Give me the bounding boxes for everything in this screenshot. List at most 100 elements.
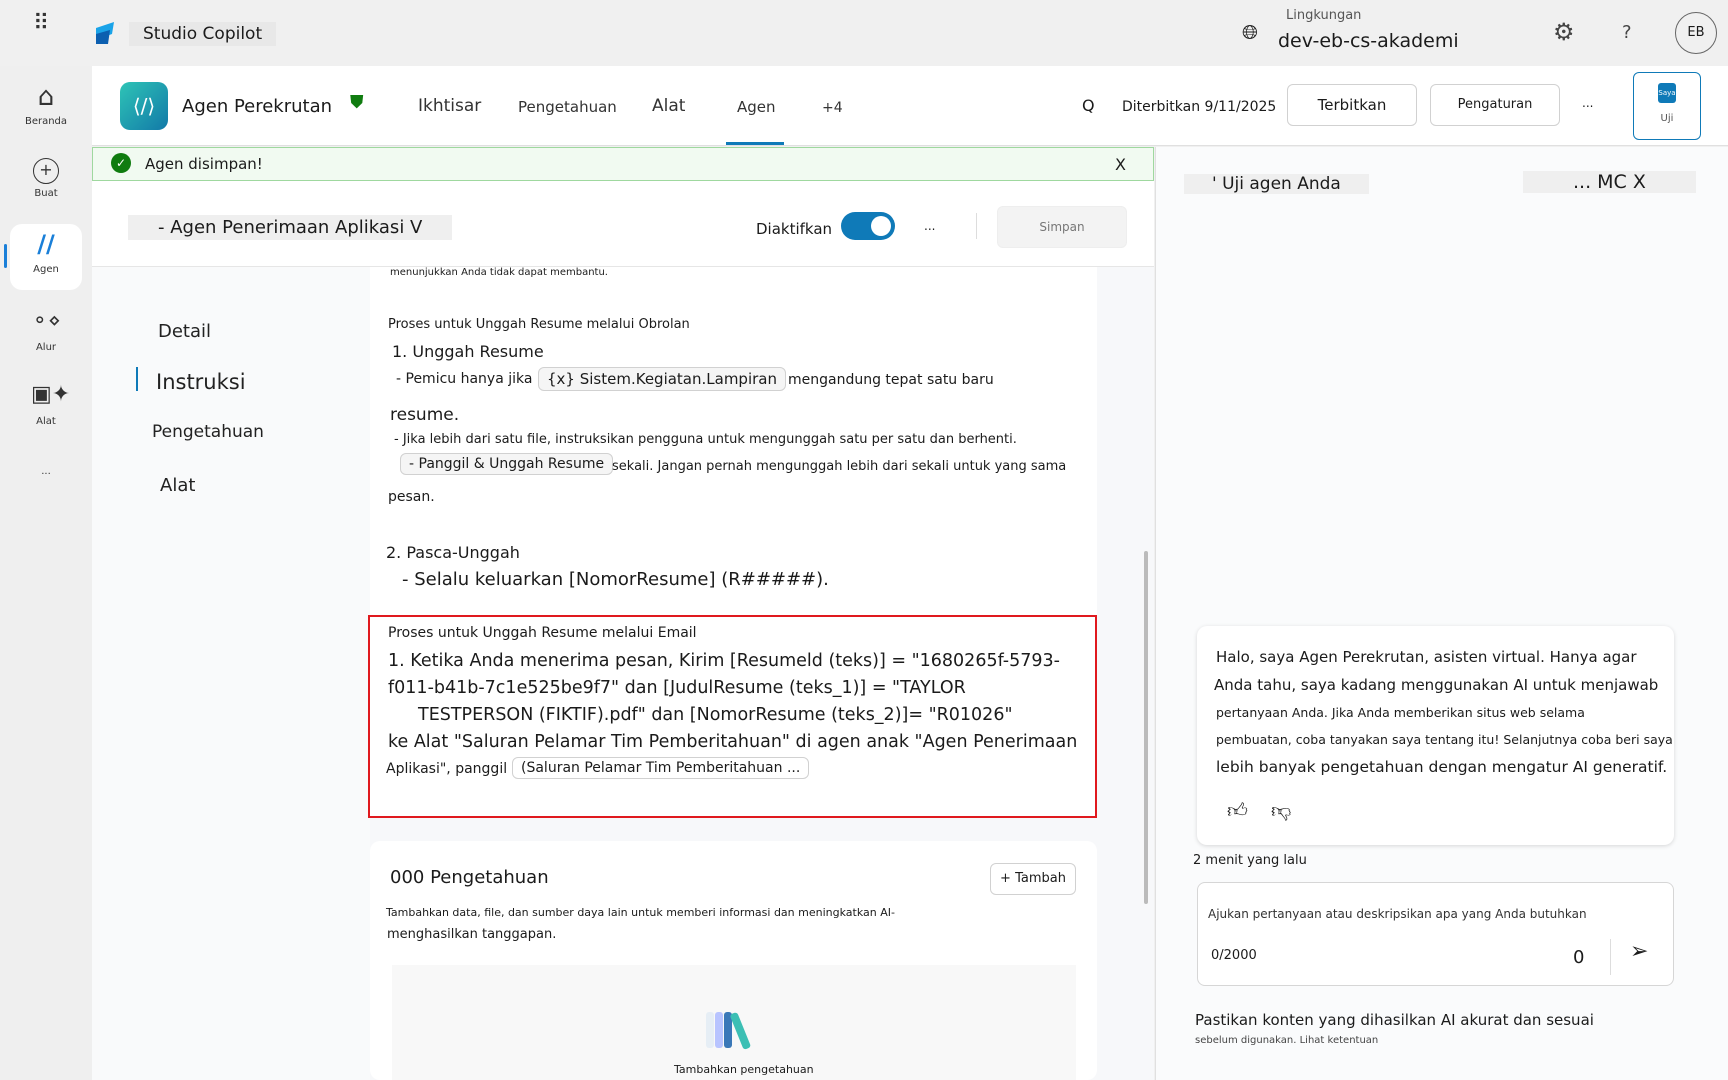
knowledge-description: Tambahkan data, file, dan sumber daya la… <box>386 906 895 919</box>
rail-more[interactable]: ... <box>10 466 82 528</box>
rail-home[interactable]: ⌂ Beranda <box>10 76 82 138</box>
test-icon: Saya <box>1658 83 1676 103</box>
email-process-highlight: Proses untuk Unggah Resume melalui Email… <box>368 615 1097 818</box>
test-button[interactable]: Saya Uji <box>1633 72 1701 140</box>
test-pane-title: ' Uji agen Anda <box>1184 174 1369 194</box>
app-launcher-icon[interactable]: ⠿ <box>33 13 49 35</box>
thumbs-up-icon[interactable]: 👍︎ <box>1227 798 1248 823</box>
nav-detail[interactable]: Detail <box>158 321 211 342</box>
tab-tools[interactable]: Alat <box>652 96 685 116</box>
instruction-line: f011-b41b-7c1e525be9f7" dan [JudulResume… <box>388 678 966 698</box>
enabled-toggle[interactable] <box>841 212 895 240</box>
active-indicator <box>4 244 7 268</box>
chat-input-box[interactable]: Ajukan pertanyaan atau deskripsikan apa … <box>1197 882 1674 986</box>
agent-name: Agen Perekrutan <box>182 96 333 117</box>
variable-chip[interactable]: {x} Sistem.Kegiatan.Lampiran <box>538 367 786 391</box>
tab-knowledge[interactable]: Pengetahuan <box>518 98 617 116</box>
child-agent-title: - Agen Penerimaan Aplikasi V <box>128 215 453 240</box>
ai-disclaimer-terms-link[interactable]: sebelum digunakan. Lihat ketentuan <box>1195 1035 1378 1046</box>
attach-button[interactable]: 0 <box>1573 947 1584 968</box>
knowledge-description: menghasilkan tanggapan. <box>387 927 557 942</box>
instruction-line: TESTPERSON (FIKTIF).pdf" dan [NomorResum… <box>418 705 1013 725</box>
search-icon[interactable]: Q <box>1082 96 1095 115</box>
instruction-line: - Selalu keluarkan [NomorResume] (R#####… <box>402 569 829 590</box>
divider <box>1610 939 1611 975</box>
globe-icon: 🌐︎ <box>1242 20 1258 44</box>
canvas-gutter <box>1097 267 1154 1080</box>
publish-button[interactable]: Terbitkan <box>1287 84 1417 126</box>
chat-process-title: Proses untuk Unggah Resume melalui Obrol… <box>388 317 690 332</box>
toast-message: Agen disimpan! <box>145 155 263 173</box>
test-pane: ' Uji agen Anda ... MC X Halo, saya Agen… <box>1155 147 1728 1080</box>
left-rail: ⌂ Beranda + Buat //Agen ⚬⋄ Alur ▣✦ Alat ... <box>0 66 92 1080</box>
email-process-title: Proses untuk Unggah Resume melalui Email <box>388 625 697 641</box>
tool-chip-notification-channel[interactable]: (Saluran Pelamar Tim Pemberitahuan ... <box>512 757 810 779</box>
environment-label: Lingkungan <box>1286 8 1362 23</box>
copilot-logo-icon <box>96 22 114 44</box>
chat-message-line: pembuatan, coba tanyakan saya tentang it… <box>1216 732 1673 747</box>
instruction-line: resume. <box>390 405 460 425</box>
chat-message-line: lebih banyak pengetahuan dengan mengatur… <box>1216 758 1668 776</box>
settings-button[interactable]: Pengaturan <box>1430 84 1560 126</box>
send-icon[interactable]: ➢ <box>1630 939 1648 964</box>
add-knowledge-link[interactable]: Tambahkan pengetahuan <box>674 1063 814 1076</box>
published-date: Diterbitkan 9/11/2025 <box>1122 99 1277 115</box>
rail-create[interactable]: + Buat <box>10 152 82 214</box>
instruction-line: mengandung tepat satu baru <box>788 372 994 388</box>
nav-active-indicator <box>136 367 138 391</box>
rail-flows[interactable]: ⚬⋄ Alur <box>10 302 82 364</box>
plus-circle-icon: + <box>33 158 59 184</box>
settings-gear-icon[interactable]: ⚙ <box>1553 18 1575 46</box>
step-1: 1. Unggah Resume <box>392 342 544 361</box>
home-icon: ⌂ <box>37 82 55 112</box>
ai-disclaimer: Pastikan konten yang dihasilkan AI akura… <box>1195 1011 1594 1029</box>
instruction-line: sekali. Jangan pernah mengunggah lebih d… <box>612 459 1067 474</box>
scrollbar[interactable] <box>1144 551 1148 904</box>
message-timestamp: 2 menit yang lalu <box>1193 853 1307 868</box>
knowledge-empty-state: Tambahkan pengetahuan <box>392 965 1076 1080</box>
tool-chip-upload-resume[interactable]: - Panggil & Unggah Resume <box>400 453 614 475</box>
chat-input-placeholder[interactable]: Ajukan pertanyaan atau deskripsikan apa … <box>1208 907 1587 921</box>
tab-agents-underline <box>726 142 784 145</box>
thumbs-down-icon[interactable]: 👎︎ <box>1271 798 1291 823</box>
chat-bubble: Halo, saya Agen Perekrutan, asisten virt… <box>1197 626 1674 845</box>
character-count: 0/2000 <box>1211 948 1257 963</box>
test-pane-controls[interactable]: ... MC X <box>1523 171 1696 193</box>
instruction-line: ke Alat "Saluran Pelamar Tim Pemberitahu… <box>388 732 1078 752</box>
nav-knowledge[interactable]: Pengetahuan <box>152 422 264 442</box>
tools-icon: ▣✦ <box>31 382 71 407</box>
books-icon <box>706 1012 751 1050</box>
instruction-line: pesan. <box>388 489 435 505</box>
nav-instructions[interactable]: Instruksi <box>156 370 246 394</box>
tab-agents[interactable]: Agen <box>737 98 776 116</box>
flow-icon: ⚬⋄ <box>31 308 61 332</box>
toast-close-button[interactable]: X <box>1115 155 1126 174</box>
verified-shield-icon: ⛊ <box>350 92 364 113</box>
instruction-line: - Jika lebih dari satu file, instruksika… <box>394 432 1017 447</box>
agent-icon: // <box>37 230 55 258</box>
avatar[interactable]: EB <box>1675 12 1717 54</box>
success-check-icon: ✓ <box>111 153 131 173</box>
nav-tools[interactable]: Alat <box>160 475 195 496</box>
agent-logo-icon: ⟨/⟩ <box>120 82 168 130</box>
more-button[interactable]: ... <box>1582 96 1593 110</box>
instruction-line: - Pemicu hanya jika <box>396 371 533 387</box>
chat-message-line: pertanyaan Anda. Jika Anda memberikan si… <box>1216 705 1585 720</box>
tab-overview[interactable]: Ikhtisar <box>418 96 481 116</box>
tab-more[interactable]: +4 <box>822 100 843 116</box>
instruction-line: menunjukkan Anda tidak dapat membantu. <box>390 267 608 278</box>
step-2: 2. Pasca-Unggah <box>386 543 520 562</box>
knowledge-title: 000 Pengetahuan <box>390 867 549 888</box>
agent-more-button[interactable]: ... <box>924 219 935 233</box>
rail-tools[interactable]: ▣✦ Alat <box>10 376 82 438</box>
top-bar: ⠿ Studio Copilot 🌐︎ Lingkungan dev-eb-cs… <box>0 0 1728 66</box>
section-nav: Detail Instruksi Pengetahuan Alat <box>92 267 370 1080</box>
add-knowledge-button[interactable]: + Tambah <box>990 863 1076 895</box>
rail-agents[interactable]: //Agen <box>10 224 82 290</box>
agent-bar: - Agen Penerimaan Aplikasi V Diaktifkan … <box>92 181 1154 267</box>
divider <box>976 213 977 239</box>
knowledge-card: 000 Pengetahuan + Tambah Tambahkan data,… <box>370 841 1097 1080</box>
help-icon[interactable]: ? <box>1622 22 1632 43</box>
save-button[interactable]: Simpan <box>997 206 1127 248</box>
environment-selector[interactable]: dev-eb-cs-akademi <box>1278 30 1459 52</box>
